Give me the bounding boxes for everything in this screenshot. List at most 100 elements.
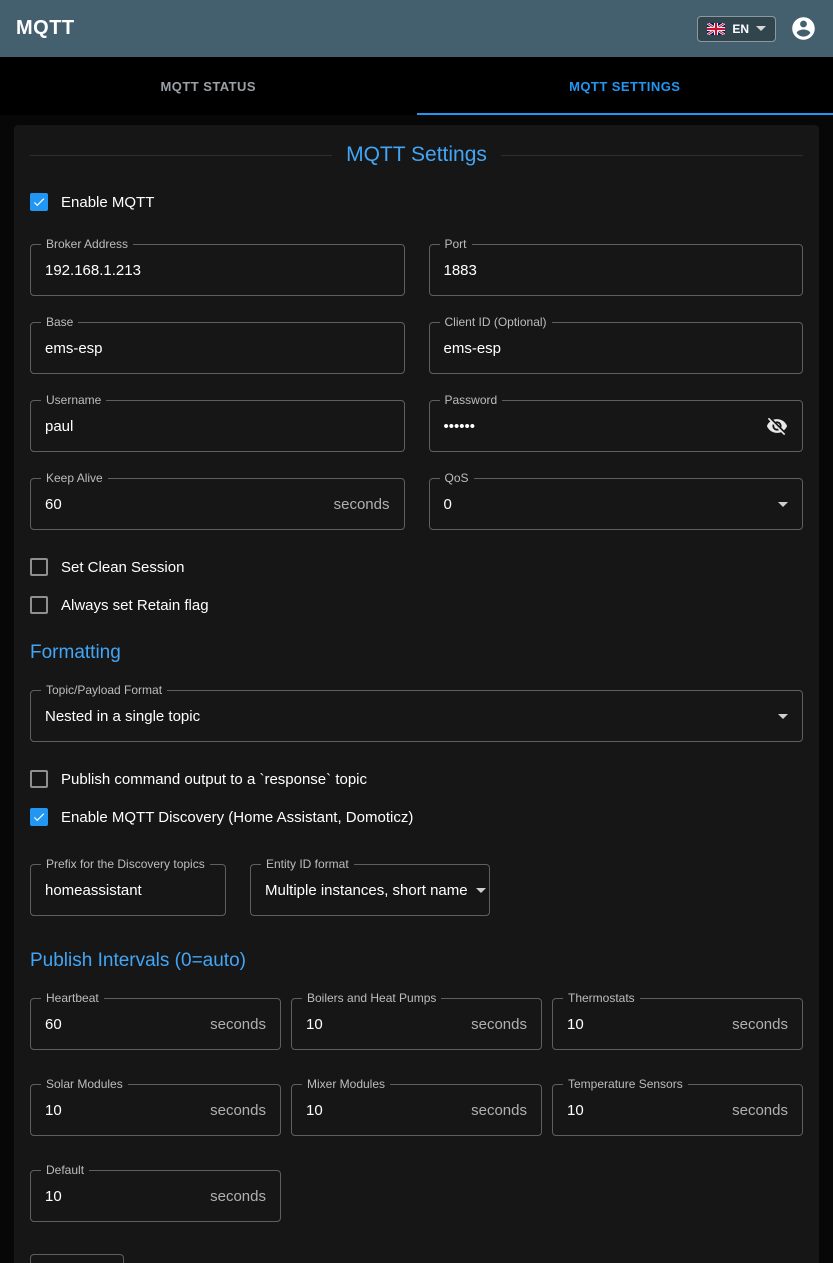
thermostats-suffix: seconds bbox=[732, 1016, 788, 1033]
base-label: Base bbox=[41, 315, 78, 329]
topic-format-label: Topic/Payload Format bbox=[41, 683, 167, 697]
page-title: MQTT Settings bbox=[346, 143, 487, 167]
discovery-prefix-field: Prefix for the Discovery topics bbox=[30, 864, 226, 916]
clean-session-label: Set Clean Session bbox=[61, 559, 184, 576]
dropdown-arrow-icon bbox=[778, 714, 788, 719]
clean-session-checkbox[interactable] bbox=[30, 558, 48, 576]
enable-mqtt-checkbox[interactable] bbox=[30, 193, 48, 211]
uk-flag-icon bbox=[707, 23, 725, 35]
intervals-grid: Heartbeat seconds Boilers and Heat Pumps… bbox=[30, 998, 803, 1222]
username-input[interactable] bbox=[45, 418, 390, 435]
mixer-suffix: seconds bbox=[471, 1102, 527, 1119]
qos-value: 0 bbox=[444, 496, 771, 513]
boilers-label: Boilers and Heat Pumps bbox=[302, 991, 441, 1005]
default-input[interactable] bbox=[45, 1188, 202, 1205]
retain-flag-row: Always set Retain flag bbox=[30, 596, 803, 614]
save-row: SAVE bbox=[30, 1254, 803, 1263]
broker-address-label: Broker Address bbox=[41, 237, 133, 251]
appbar-actions: EN bbox=[697, 15, 817, 42]
default-label: Default bbox=[41, 1163, 89, 1177]
save-button[interactable]: SAVE bbox=[30, 1254, 124, 1263]
settings-card: MQTT Settings Enable MQTT Broker Address… bbox=[14, 125, 819, 1263]
check-icon bbox=[32, 194, 46, 210]
default-interval-field: Default seconds bbox=[30, 1170, 281, 1222]
temperature-interval-field: Temperature Sensors seconds bbox=[552, 1084, 803, 1136]
discovery-prefix-label: Prefix for the Discovery topics bbox=[41, 857, 210, 871]
mixer-label: Mixer Modules bbox=[302, 1077, 390, 1091]
publish-response-checkbox[interactable] bbox=[30, 770, 48, 788]
port-label: Port bbox=[440, 237, 472, 251]
password-field: Password bbox=[429, 400, 804, 452]
publish-response-label: Publish command output to a `response` t… bbox=[61, 771, 367, 788]
keep-alive-field: Keep Alive seconds bbox=[30, 478, 405, 530]
solar-input[interactable] bbox=[45, 1102, 202, 1119]
chevron-down-icon bbox=[756, 26, 766, 31]
account-button[interactable] bbox=[790, 15, 817, 42]
boilers-suffix: seconds bbox=[471, 1016, 527, 1033]
tab-mqtt-status[interactable]: MQTT STATUS bbox=[0, 57, 417, 115]
client-id-input[interactable] bbox=[444, 340, 789, 357]
qos-select[interactable]: QoS 0 bbox=[429, 478, 804, 530]
temperature-label: Temperature Sensors bbox=[563, 1077, 688, 1091]
topic-format-value: Nested in a single topic bbox=[45, 708, 770, 725]
broker-address-field: Broker Address bbox=[30, 244, 405, 296]
enable-mqtt-row: Enable MQTT bbox=[30, 193, 803, 211]
thermostats-input[interactable] bbox=[567, 1016, 724, 1033]
discovery-row: Enable MQTT Discovery (Home Assistant, D… bbox=[30, 808, 803, 826]
broker-address-input[interactable] bbox=[45, 262, 390, 279]
topic-format-select[interactable]: Topic/Payload Format Nested in a single … bbox=[30, 690, 803, 742]
keep-alive-input[interactable] bbox=[45, 496, 326, 513]
language-selector-button[interactable]: EN bbox=[697, 16, 776, 42]
entity-format-value: Multiple instances, short name bbox=[265, 882, 468, 899]
temperature-input[interactable] bbox=[567, 1102, 724, 1119]
solar-interval-field: Solar Modules seconds bbox=[30, 1084, 281, 1136]
heartbeat-input[interactable] bbox=[45, 1016, 202, 1033]
temperature-suffix: seconds bbox=[732, 1102, 788, 1119]
discovery-prefix-input[interactable] bbox=[45, 882, 211, 899]
tab-mqtt-settings[interactable]: MQTT SETTINGS bbox=[417, 57, 833, 115]
boilers-interval-field: Boilers and Heat Pumps seconds bbox=[291, 998, 542, 1050]
qos-label: QoS bbox=[440, 471, 474, 485]
default-suffix: seconds bbox=[210, 1188, 266, 1205]
thermostats-interval-field: Thermostats seconds bbox=[552, 998, 803, 1050]
broker-fields-grid: Broker Address Port Base Client ID (Opti… bbox=[30, 244, 803, 530]
formatting-heading: Formatting bbox=[30, 642, 803, 664]
base-input[interactable] bbox=[45, 340, 390, 357]
visibility-off-icon bbox=[766, 415, 788, 437]
mixer-input[interactable] bbox=[306, 1102, 463, 1119]
password-input[interactable] bbox=[444, 418, 759, 435]
client-id-label: Client ID (Optional) bbox=[440, 315, 552, 329]
language-label: EN bbox=[732, 22, 749, 36]
mixer-interval-field: Mixer Modules seconds bbox=[291, 1084, 542, 1136]
toggle-password-visibility-button[interactable] bbox=[766, 415, 788, 437]
page-title-row: MQTT Settings bbox=[30, 143, 803, 167]
username-field: Username bbox=[30, 400, 405, 452]
password-label: Password bbox=[440, 393, 503, 407]
base-field: Base bbox=[30, 322, 405, 374]
solar-suffix: seconds bbox=[210, 1102, 266, 1119]
dropdown-arrow-icon bbox=[778, 502, 788, 507]
retain-flag-checkbox[interactable] bbox=[30, 596, 48, 614]
discovery-fields-row: Prefix for the Discovery topics Entity I… bbox=[30, 864, 803, 916]
entity-format-select[interactable]: Entity ID format Multiple instances, sho… bbox=[250, 864, 490, 916]
tab-bar: MQTT STATUS MQTT SETTINGS bbox=[0, 57, 833, 115]
discovery-checkbox[interactable] bbox=[30, 808, 48, 826]
boilers-input[interactable] bbox=[306, 1016, 463, 1033]
keep-alive-suffix: seconds bbox=[334, 496, 390, 513]
heartbeat-label: Heartbeat bbox=[41, 991, 104, 1005]
port-input[interactable] bbox=[444, 262, 789, 279]
check-icon bbox=[32, 809, 46, 825]
username-label: Username bbox=[41, 393, 106, 407]
discovery-label: Enable MQTT Discovery (Home Assistant, D… bbox=[61, 809, 413, 826]
publish-response-row: Publish command output to a `response` t… bbox=[30, 770, 803, 788]
thermostats-label: Thermostats bbox=[563, 991, 640, 1005]
heartbeat-suffix: seconds bbox=[210, 1016, 266, 1033]
app-bar: MQTT EN bbox=[0, 0, 833, 57]
publish-intervals-heading: Publish Intervals (0=auto) bbox=[30, 950, 803, 972]
app-title: MQTT bbox=[16, 17, 75, 40]
entity-format-label: Entity ID format bbox=[261, 857, 354, 871]
solar-label: Solar Modules bbox=[41, 1077, 128, 1091]
port-field: Port bbox=[429, 244, 804, 296]
heartbeat-interval-field: Heartbeat seconds bbox=[30, 998, 281, 1050]
clean-session-row: Set Clean Session bbox=[30, 558, 803, 576]
